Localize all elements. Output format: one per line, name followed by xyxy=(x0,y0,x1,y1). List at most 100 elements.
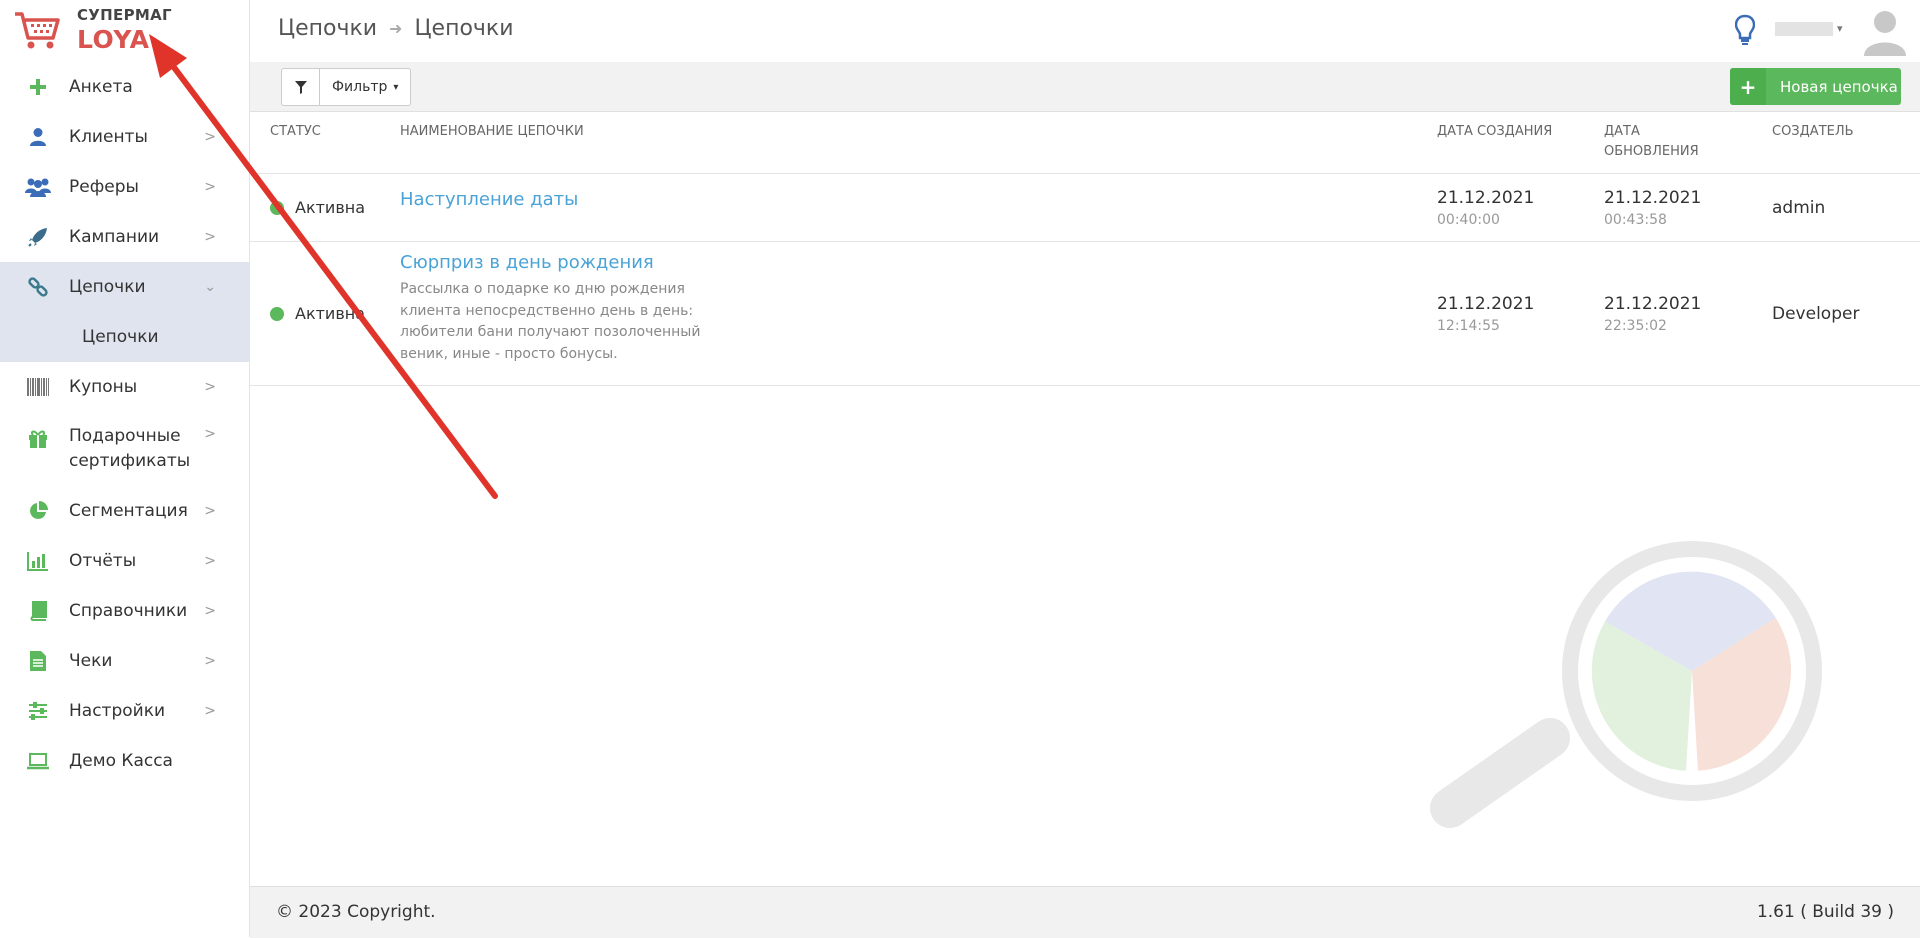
status-dot-icon xyxy=(270,306,284,321)
sidebar-item-label: Сегментация xyxy=(69,501,188,521)
sidebar-item-reports[interactable]: Отчёты > xyxy=(0,536,249,586)
sidebar-menu: Анкета Клиенты > Реферы > Кампании > Цеп… xyxy=(0,62,249,786)
new-chain-button[interactable]: + Новая цепочка xyxy=(1730,68,1901,105)
sidebar-subitem-chains[interactable]: Цепочки xyxy=(0,312,249,362)
sidebar-item-label: Анкета xyxy=(69,77,133,97)
status-badge: Активна xyxy=(270,304,365,323)
avatar[interactable] xyxy=(1862,6,1908,56)
chevron-right-icon: > xyxy=(204,553,216,569)
created-time: 12:14:55 xyxy=(1437,318,1500,334)
column-header-updated[interactable]: ДАТА ОБНОВЛЕНИЯ xyxy=(1604,122,1699,162)
lightbulb-icon[interactable] xyxy=(1735,14,1755,46)
sidebar-item-coupons[interactable]: Купоны > xyxy=(0,362,249,412)
chevron-right-icon: > xyxy=(204,503,216,519)
updated-date: 21.12.2021 xyxy=(1604,188,1702,208)
breadcrumb-item[interactable]: Цепочки xyxy=(278,16,377,41)
caret-down-icon: ▾ xyxy=(393,81,399,93)
creator-name: admin xyxy=(1772,198,1826,218)
sidebar-item-dictionaries[interactable]: Справочники > xyxy=(0,586,249,636)
user-icon xyxy=(25,124,51,150)
logo-text-brand: LOYA xyxy=(77,25,150,54)
creator-name: Developer xyxy=(1772,304,1860,324)
sidebar-item-campaigns[interactable]: Кампании > xyxy=(0,212,249,262)
status-dot-icon xyxy=(270,200,284,215)
status-badge: Активна xyxy=(270,198,365,217)
laptop-icon xyxy=(25,748,51,774)
chevron-right-icon: > xyxy=(204,129,216,145)
table-header: СТАТУС НАИМЕНОВАНИЕ ЦЕПОЧКИ ДАТА СОЗДАНИ… xyxy=(250,111,1920,174)
column-header-name[interactable]: НАИМЕНОВАНИЕ ЦЕПОЧКИ xyxy=(400,122,584,142)
gift-icon xyxy=(25,426,51,452)
plus-icon: + xyxy=(1730,68,1766,105)
sidebar-item-anketa[interactable]: Анкета xyxy=(0,62,249,112)
table-row[interactable]: Активна Наступление даты 21.12.2021 00:4… xyxy=(250,174,1920,242)
receipt-icon xyxy=(25,648,51,674)
chevron-right-icon: > xyxy=(204,653,216,669)
sidebar-item-label: Клиенты xyxy=(69,127,148,147)
sidebar: СУПЕРМАГ LOYA Анкета Клиенты > Реферы > xyxy=(0,0,250,937)
sidebar-item-label: Чеки xyxy=(69,651,113,671)
sidebar-item-segmentation[interactable]: Сегментация > xyxy=(0,486,249,536)
sidebar-item-referrers[interactable]: Реферы > xyxy=(0,162,249,212)
chevron-right-icon: > xyxy=(204,379,216,395)
magnifier-pie-watermark-icon xyxy=(1430,541,1822,828)
copyright-text: © 2023 Copyright. xyxy=(276,902,436,922)
rocket-icon xyxy=(25,224,51,250)
sidebar-item-label: Цепочки xyxy=(82,327,159,347)
book-icon xyxy=(25,598,51,624)
sidebar-item-gift-certificates[interactable]: Подарочные сертификаты > xyxy=(0,412,249,486)
cart-logo-icon xyxy=(15,12,60,49)
sidebar-item-label: Кампании xyxy=(69,227,160,247)
column-header-created[interactable]: ДАТА СОЗДАНИЯ xyxy=(1437,122,1552,142)
version-text: 1.61 ( Build 39 ) xyxy=(1756,902,1894,922)
breadcrumb-arrow-icon: ➜ xyxy=(389,19,403,38)
updated-time: 22:35:02 xyxy=(1604,318,1667,334)
chevron-right-icon: > xyxy=(204,179,216,195)
chain-name-link[interactable]: Наступление даты xyxy=(400,189,578,210)
created-date: 21.12.2021 xyxy=(1437,188,1535,208)
barcode-icon xyxy=(25,374,51,400)
sidebar-item-demo-pos[interactable]: Демо Касса xyxy=(0,736,249,786)
filter-dropdown-button[interactable]: Фильтр ▾ xyxy=(320,69,410,105)
sidebar-item-settings[interactable]: Настройки > xyxy=(0,686,249,736)
table-row[interactable]: Активна Сюрприз в день рождения Рассылка… xyxy=(250,242,1920,386)
sidebar-item-chains[interactable]: Цепочки ⌄ xyxy=(0,262,249,312)
column-header-creator[interactable]: СОЗДАТЕЛЬ xyxy=(1772,122,1854,142)
plus-icon xyxy=(25,74,51,100)
toolbar: Фильтр ▾ + Новая цепочка xyxy=(250,62,1920,112)
caret-down-icon[interactable]: ▾ xyxy=(1837,22,1843,35)
updated-time: 00:43:58 xyxy=(1604,212,1667,228)
top-header: Цепочки ➜ Цепочки ▾ xyxy=(250,0,1920,63)
sliders-icon xyxy=(25,698,51,724)
chevron-right-icon: > xyxy=(204,703,216,719)
chevron-right-icon: > xyxy=(204,603,216,619)
sidebar-item-label: Цепочки xyxy=(69,277,146,297)
updated-date: 21.12.2021 xyxy=(1604,294,1702,314)
chevron-right-icon: > xyxy=(204,426,216,442)
sidebar-item-label: Справочники xyxy=(69,601,188,621)
sidebar-item-label: Реферы xyxy=(69,177,139,197)
chain-name-link[interactable]: Сюрприз в день рождения xyxy=(400,252,654,273)
sidebar-item-label: Купоны xyxy=(69,377,138,397)
logo-text-top: СУПЕРМАГ xyxy=(77,6,172,24)
app-logo[interactable]: СУПЕРМАГ LOYA xyxy=(0,0,249,62)
breadcrumb: Цепочки ➜ Цепочки xyxy=(278,16,514,41)
filter-icon[interactable] xyxy=(282,69,320,105)
created-date: 21.12.2021 xyxy=(1437,294,1535,314)
link-icon xyxy=(25,274,51,300)
sidebar-item-label: Настройки xyxy=(69,701,166,721)
sidebar-item-label: Отчёты xyxy=(69,551,137,571)
sidebar-item-label: Демо Касса xyxy=(69,751,173,771)
bar-chart-icon xyxy=(25,548,51,574)
user-name-redacted[interactable] xyxy=(1775,22,1833,36)
sidebar-item-label: Подарочные сертификаты xyxy=(69,426,191,471)
sidebar-item-clients[interactable]: Клиенты > xyxy=(0,112,249,162)
pie-chart-icon xyxy=(25,498,51,524)
chevron-down-icon: ⌄ xyxy=(204,279,216,295)
chain-description: Рассылка о подарке ко дню рождения клиен… xyxy=(400,281,701,362)
column-header-status[interactable]: СТАТУС xyxy=(270,122,321,142)
created-time: 00:40:00 xyxy=(1437,212,1500,228)
sidebar-item-receipts[interactable]: Чеки > xyxy=(0,636,249,686)
chains-table: СТАТУС НАИМЕНОВАНИЕ ЦЕПОЧКИ ДАТА СОЗДАНИ… xyxy=(250,111,1920,386)
chevron-right-icon: > xyxy=(204,229,216,245)
